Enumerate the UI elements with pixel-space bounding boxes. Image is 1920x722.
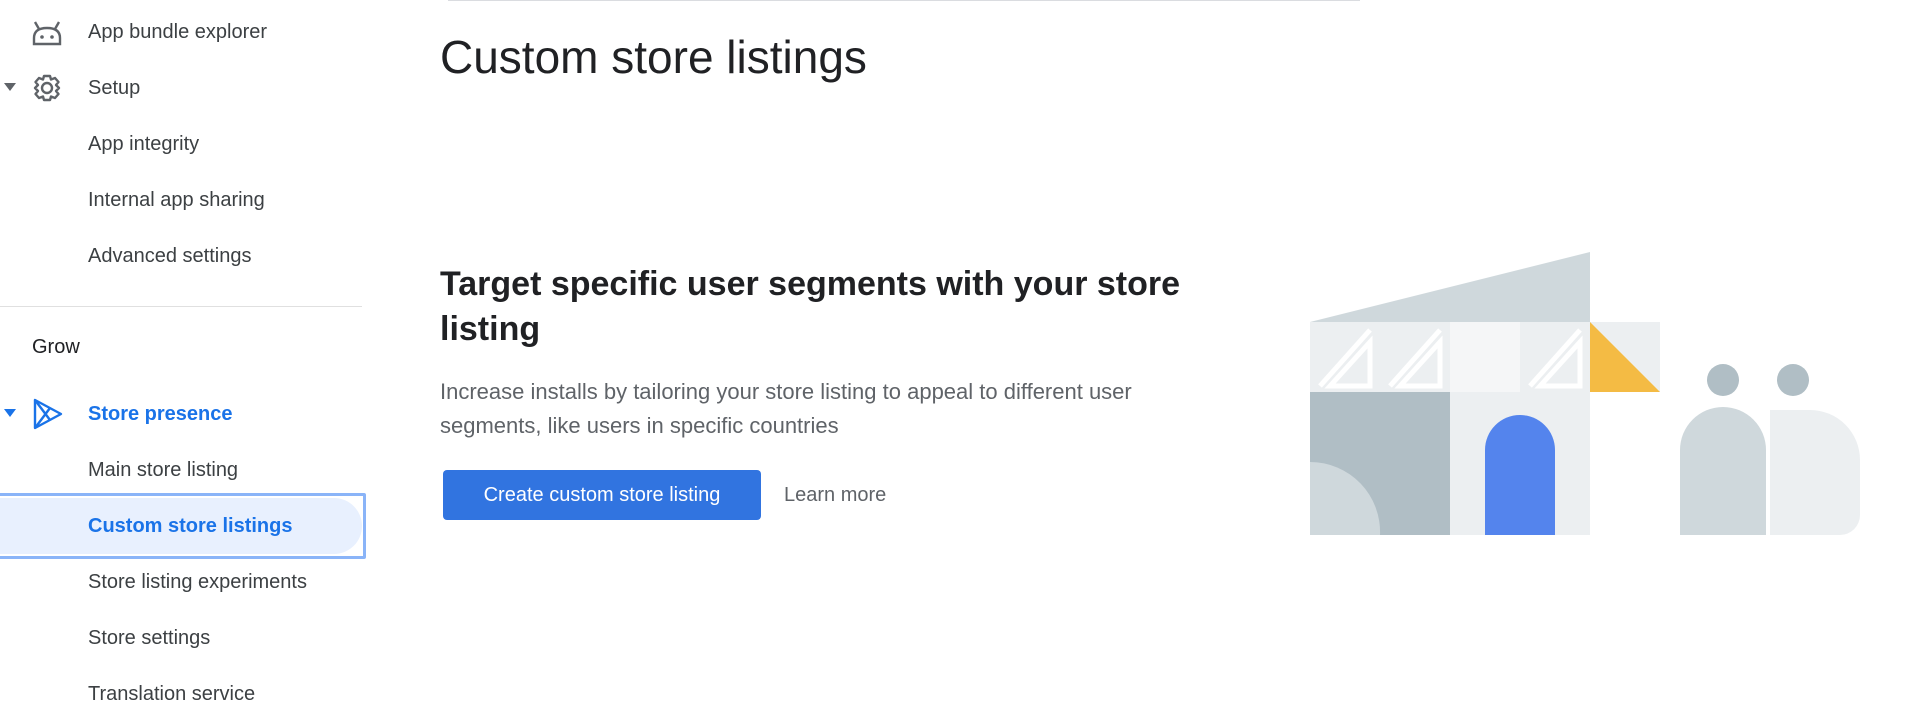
learn-more-link[interactable]: Learn more	[774, 470, 896, 520]
sidebar-item-label: Main store listing	[88, 458, 239, 481]
play-icon	[33, 398, 63, 430]
create-custom-store-listing-button[interactable]: Create custom store listing	[443, 470, 761, 520]
sidebar-item-main-store-listing[interactable]: Main store listing	[0, 442, 362, 498]
sidebar-item-label: Custom store listings	[88, 514, 293, 537]
android-icon	[32, 21, 62, 46]
sidebar-divider	[0, 306, 362, 307]
sidebar-item-advanced-settings[interactable]: Advanced settings	[0, 228, 362, 284]
sidebar-item-setup[interactable]: Setup	[0, 60, 362, 116]
sidebar-item-label: Setup	[88, 76, 141, 99]
sidebar-item-store-settings[interactable]: Store settings	[0, 610, 362, 666]
empty-state-heading: Target specific user segments with your …	[440, 265, 1181, 348]
store-building-illustration	[1310, 252, 1860, 535]
sidebar-item-label: Store settings	[88, 626, 211, 649]
sidebar-item-label: App integrity	[88, 132, 200, 155]
sidebar-item-label: Translation service	[88, 682, 256, 705]
sidebar-item-custom-store-listings[interactable]: Custom store listings	[0, 498, 362, 554]
sidebar-item-label: App bundle explorer	[88, 20, 268, 43]
empty-state-description: Increase installs by tailoring your stor…	[440, 379, 1132, 438]
sidebar-item-app-integrity[interactable]: App integrity	[0, 116, 362, 172]
caret-down-icon	[4, 409, 16, 417]
sidebar-item-store-listing-experiments[interactable]: Store listing experiments	[0, 554, 362, 610]
header-divider	[448, 0, 1360, 1]
sidebar-item-label: Internal app sharing	[88, 188, 265, 211]
sidebar-nav: App bundle explorer Setup App integrity …	[0, 0, 366, 717]
sidebar-item-label: Advanced settings	[88, 244, 252, 267]
sidebar-section-heading: Grow	[32, 336, 80, 358]
page-title: Custom store listings	[440, 31, 867, 83]
sidebar-item-internal-app-sharing[interactable]: Internal app sharing	[0, 172, 362, 228]
caret-down-icon	[4, 83, 16, 91]
sidebar-item-label: Store presence	[88, 402, 233, 425]
sidebar-item-translation-service[interactable]: Translation service	[0, 666, 362, 722]
sidebar-item-label: Store listing experiments	[88, 570, 307, 593]
sidebar-item-store-presence[interactable]: Store presence	[0, 386, 362, 442]
gear-icon	[33, 74, 61, 102]
sidebar-item-app-bundle-explorer[interactable]: App bundle explorer	[0, 4, 362, 60]
